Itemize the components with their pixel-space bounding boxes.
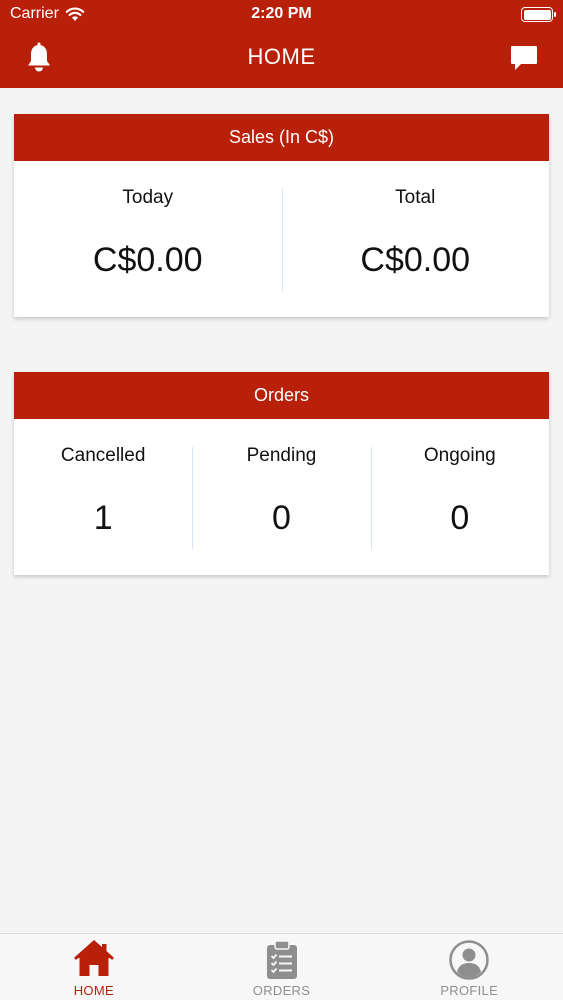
sales-card-body: Today C$0.00 Total C$0.00: [14, 161, 549, 317]
sales-today-label: Today: [122, 187, 174, 208]
orders-ongoing-count: 0: [450, 499, 470, 537]
sales-total-label: Total: [395, 187, 436, 208]
tab-bar: HOME ORDERS PROFILE: [0, 933, 563, 1000]
orders-cancelled-count: 1: [93, 499, 113, 537]
status-time: 2:20 PM: [251, 5, 312, 22]
orders-pending[interactable]: Pending 0: [192, 419, 370, 575]
profile-icon: [449, 940, 489, 980]
tab-profile-label: PROFILE: [440, 983, 499, 998]
sales-today-value: C$0.00: [92, 241, 203, 279]
orders-cancelled[interactable]: Cancelled 1: [14, 419, 192, 575]
orders-ongoing[interactable]: Ongoing 0: [370, 419, 549, 575]
orders-card-title: Orders: [14, 372, 549, 419]
status-bar: Carrier 2:20 PM: [0, 0, 563, 30]
nav-bar: HOME: [0, 30, 563, 88]
orders-ongoing-label: Ongoing: [423, 445, 496, 466]
orders-pending-label: Pending: [246, 445, 317, 466]
orders-cancelled-label: Cancelled: [60, 445, 146, 466]
sales-card: Sales (In C$) Today C$0.00 Total C$0.00: [14, 114, 549, 317]
orders-pending-count: 0: [272, 499, 291, 537]
page-title: HOME: [247, 44, 316, 69]
battery-icon: [521, 7, 556, 22]
clipboard-icon: [266, 940, 297, 979]
sales-total: Total C$0.00: [281, 161, 550, 317]
orders-card: Orders Cancelled 1 Pending 0 Ongoing 0: [14, 372, 549, 575]
tab-profile[interactable]: PROFILE: [375, 934, 563, 1000]
orders-card-body: Cancelled 1 Pending 0 Ongoing 0: [14, 419, 549, 575]
tab-orders[interactable]: ORDERS: [188, 934, 376, 1000]
tab-orders-label: ORDERS: [252, 983, 311, 998]
sales-total-value: C$0.00: [360, 241, 471, 279]
tab-home[interactable]: HOME: [0, 934, 188, 1000]
tab-home-label: HOME: [73, 983, 114, 998]
sales-card-title: Sales (In C$): [14, 114, 549, 161]
sales-today: Today C$0.00: [14, 161, 282, 317]
chat-icon[interactable]: [509, 43, 539, 73]
home-icon: [74, 940, 114, 976]
